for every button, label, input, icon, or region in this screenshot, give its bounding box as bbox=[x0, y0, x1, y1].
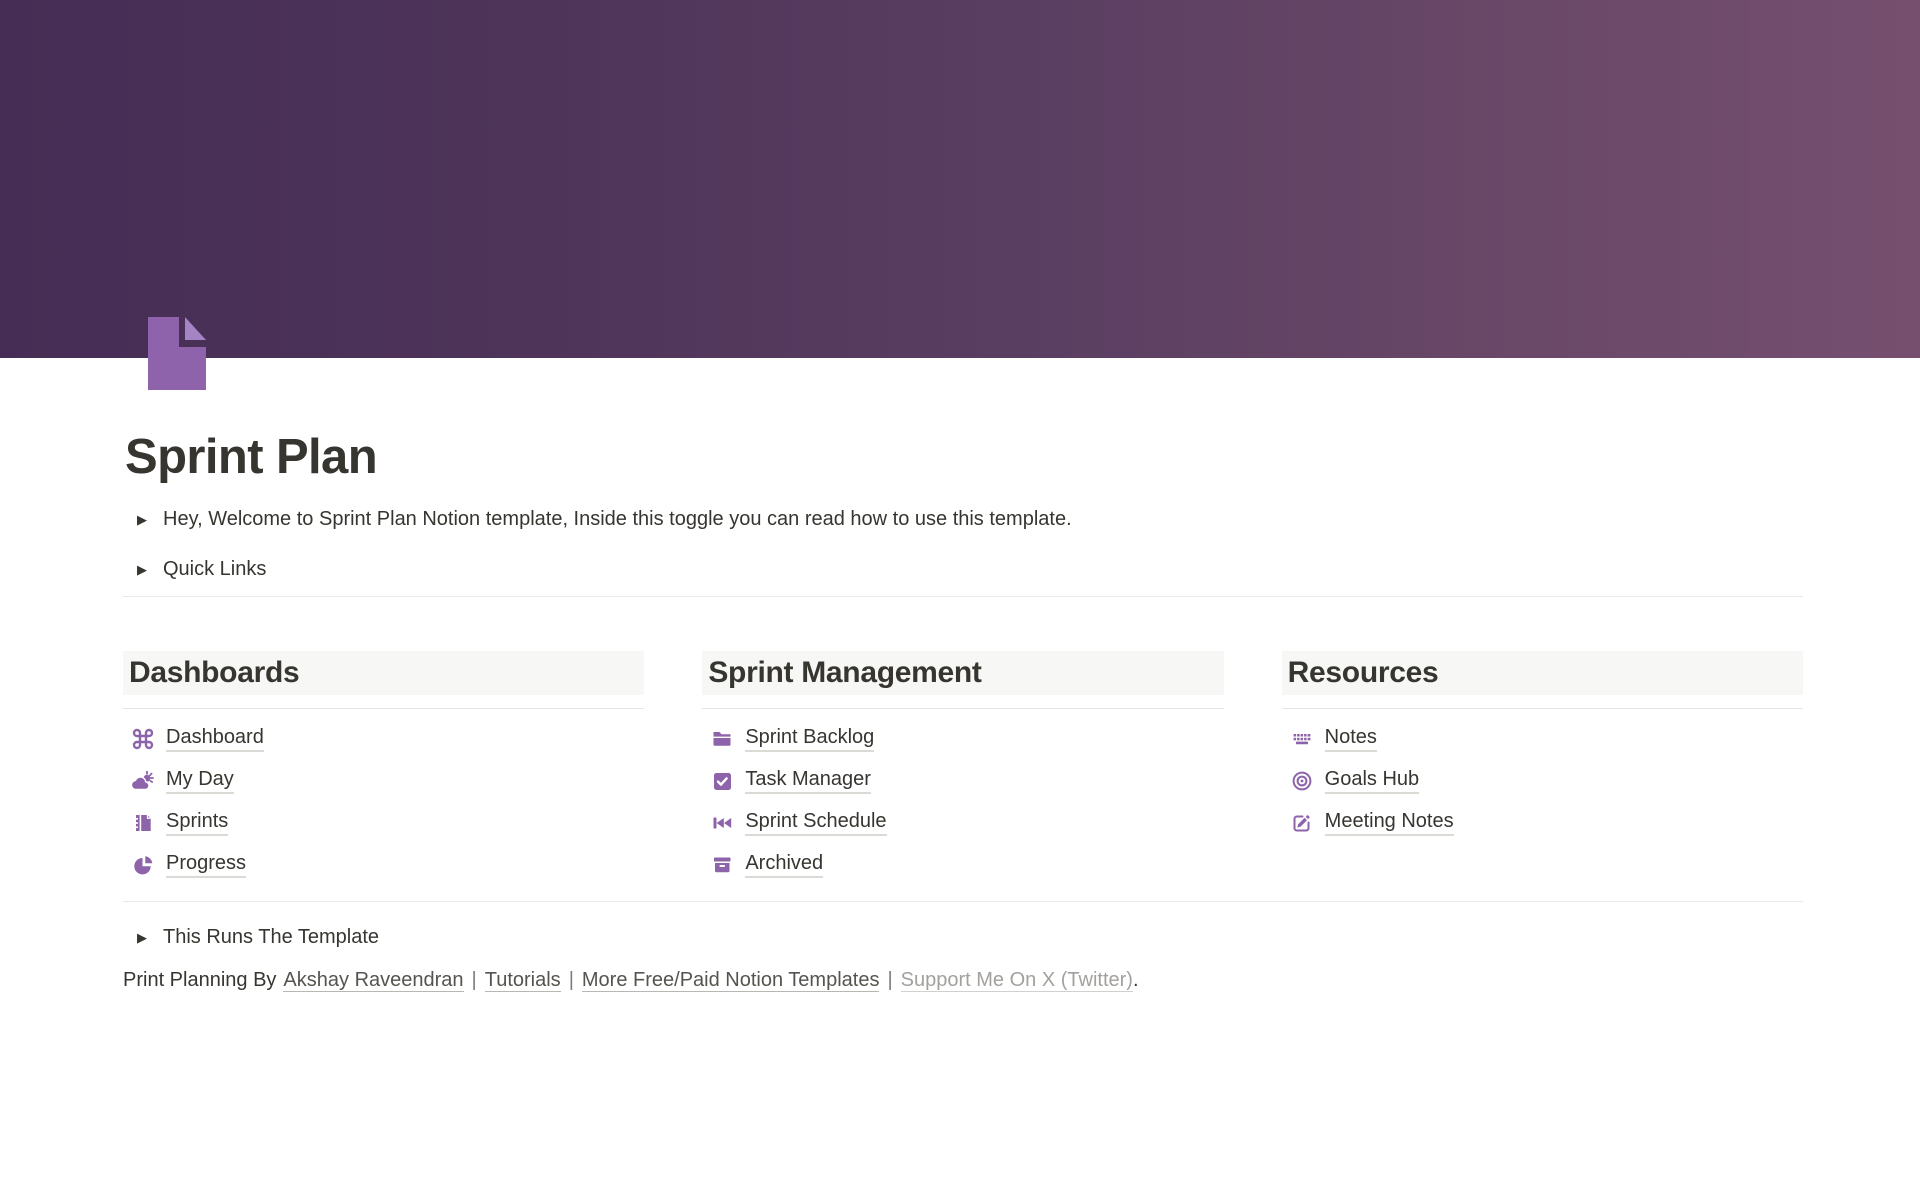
page-link-row-meeting-notes[interactable]: Meeting Notes bbox=[1282, 802, 1803, 844]
column-header-dashboards: Dashboards bbox=[123, 651, 644, 695]
archive-box-icon bbox=[710, 853, 734, 877]
link-my-day[interactable]: My Day bbox=[166, 768, 234, 794]
link-sprint-backlog[interactable]: Sprint Backlog bbox=[745, 726, 874, 752]
toggle-arrow-icon[interactable]: ▶ bbox=[137, 512, 163, 528]
checked-checkbox-icon bbox=[710, 769, 734, 793]
column-resources: Resources bbox=[1282, 651, 1803, 886]
divider bbox=[123, 596, 1803, 597]
page-cover[interactable] bbox=[0, 0, 1920, 358]
footer-prefix: Print Planning By bbox=[123, 969, 276, 991]
toggle-runs-template[interactable]: ▶ This Runs The Template bbox=[123, 920, 1803, 956]
column-links: Notes Goals Hub bbox=[1282, 718, 1803, 844]
page-link-row-archived[interactable]: Archived bbox=[702, 844, 1223, 886]
columns-section: Dashboards Dashboard bbox=[123, 651, 1803, 886]
divider bbox=[123, 901, 1803, 902]
edit-square-icon bbox=[1290, 811, 1314, 835]
footer-credits: Print Planning By Akshay Raveendran | Tutor… bbox=[123, 966, 1803, 994]
divider bbox=[1282, 708, 1803, 709]
page-icon[interactable] bbox=[138, 314, 216, 392]
sun-behind-cloud-icon bbox=[131, 769, 155, 793]
keyboard-icon bbox=[1290, 727, 1314, 751]
page-link-row-notes[interactable]: Notes bbox=[1282, 718, 1803, 760]
link-meeting-notes[interactable]: Meeting Notes bbox=[1325, 810, 1454, 836]
column-links: Dashboard bbox=[123, 718, 644, 886]
column-dashboards: Dashboards Dashboard bbox=[123, 651, 644, 886]
footer-separator: | bbox=[472, 969, 477, 991]
link-progress[interactable]: Progress bbox=[166, 852, 246, 878]
rewind-icon bbox=[710, 811, 734, 835]
column-header-label: Dashboards bbox=[129, 656, 299, 690]
link-goals-hub[interactable]: Goals Hub bbox=[1325, 768, 1420, 794]
page-content: Sprint Plan ▶ Hey, Welcome to Sprint Pla… bbox=[0, 314, 1920, 994]
column-header-label: Resources bbox=[1288, 656, 1439, 690]
column-links: Sprint Backlog Task Manager bbox=[702, 718, 1223, 886]
link-author[interactable]: Akshay Raveendran bbox=[283, 969, 463, 992]
column-sprint-management: Sprint Management Sprint Backlog bbox=[702, 651, 1223, 886]
link-dashboard[interactable]: Dashboard bbox=[166, 726, 264, 752]
link-archived[interactable]: Archived bbox=[745, 852, 823, 878]
link-tutorials[interactable]: Tutorials bbox=[485, 969, 561, 992]
page-link-row-progress[interactable]: Progress bbox=[123, 844, 644, 886]
page-link-row-dashboard[interactable]: Dashboard bbox=[123, 718, 644, 760]
footer-separator: | bbox=[569, 969, 574, 991]
toggle-welcome[interactable]: ▶ Hey, Welcome to Sprint Plan Notion tem… bbox=[123, 502, 1803, 538]
toggle-quick-links-label: Quick Links bbox=[163, 558, 266, 581]
notepad-zip-icon bbox=[131, 811, 155, 835]
purple-page-icon bbox=[138, 314, 216, 392]
column-header-label: Sprint Management bbox=[708, 656, 981, 690]
page-link-row-goals-hub[interactable]: Goals Hub bbox=[1282, 760, 1803, 802]
column-header-sprint-management: Sprint Management bbox=[702, 651, 1223, 695]
footer-suffix: . bbox=[1133, 969, 1139, 991]
divider bbox=[702, 708, 1223, 709]
folder-icon bbox=[710, 727, 734, 751]
toggle-arrow-icon[interactable]: ▶ bbox=[137, 562, 163, 578]
target-icon bbox=[1290, 769, 1314, 793]
page-link-row-sprints[interactable]: Sprints bbox=[123, 802, 644, 844]
link-more-templates[interactable]: More Free/Paid Notion Templates bbox=[582, 969, 880, 992]
toggle-runs-template-label: This Runs The Template bbox=[163, 926, 379, 949]
toggle-quick-links[interactable]: ▶ Quick Links bbox=[123, 552, 1803, 588]
pie-chart-icon bbox=[131, 853, 155, 877]
link-support-twitter[interactable]: Support Me On X (Twitter) bbox=[901, 969, 1133, 992]
toggle-welcome-label: Hey, Welcome to Sprint Plan Notion templ… bbox=[163, 508, 1072, 531]
command-icon bbox=[131, 727, 155, 751]
divider bbox=[123, 708, 644, 709]
link-notes[interactable]: Notes bbox=[1325, 726, 1377, 752]
link-sprints[interactable]: Sprints bbox=[166, 810, 228, 836]
column-header-resources: Resources bbox=[1282, 651, 1803, 695]
link-sprint-schedule[interactable]: Sprint Schedule bbox=[745, 810, 886, 836]
footer-separator: | bbox=[887, 969, 892, 991]
link-task-manager[interactable]: Task Manager bbox=[745, 768, 871, 794]
page-link-row-my-day[interactable]: My Day bbox=[123, 760, 644, 802]
page-link-row-sprint-backlog[interactable]: Sprint Backlog bbox=[702, 718, 1223, 760]
page-link-row-sprint-schedule[interactable]: Sprint Schedule bbox=[702, 802, 1223, 844]
toggle-arrow-icon[interactable]: ▶ bbox=[137, 930, 163, 946]
page-link-row-task-manager[interactable]: Task Manager bbox=[702, 760, 1223, 802]
page-title: Sprint Plan bbox=[125, 428, 1803, 487]
